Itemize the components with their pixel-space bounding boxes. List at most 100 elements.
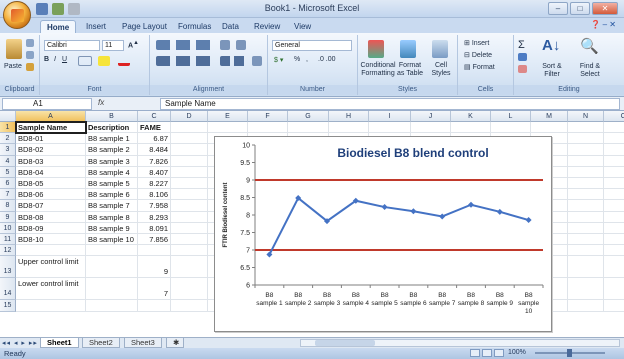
cell-empty[interactable] [171, 222, 208, 234]
row-header[interactable]: 14 [0, 278, 16, 301]
wrap-text-icon[interactable] [236, 40, 246, 50]
column-header-b[interactable]: B [86, 111, 138, 122]
cell-empty[interactable] [171, 245, 208, 257]
cell-b[interactable] [86, 245, 138, 257]
row-header[interactable]: 6 [0, 178, 16, 190]
row-header[interactable]: 10 [0, 222, 16, 234]
cell-empty[interactable] [171, 178, 208, 190]
cell-empty[interactable] [329, 122, 369, 134]
format-as-table-icon[interactable] [400, 40, 416, 58]
cell-empty[interactable] [568, 211, 604, 223]
cell-styles-button[interactable]: Cell Styles [428, 62, 454, 78]
cell-empty[interactable] [171, 256, 208, 279]
column-header-d[interactable]: D [171, 111, 208, 122]
cell-b[interactable]: Description [86, 122, 138, 134]
find-select-button[interactable]: Find & Select [572, 63, 608, 79]
merge-center-icon[interactable] [252, 56, 262, 66]
cell-empty[interactable] [411, 122, 451, 134]
cell-empty[interactable] [451, 122, 491, 134]
tab-view[interactable]: View [288, 20, 317, 33]
column-header-h[interactable]: H [329, 111, 369, 122]
cell-empty[interactable] [568, 155, 604, 167]
row-header[interactable]: 11 [0, 234, 16, 246]
cell-empty[interactable] [491, 122, 531, 134]
percent-button[interactable]: % [294, 56, 300, 63]
cell-a[interactable]: BD8-06 [16, 189, 86, 201]
insert-cells-button[interactable]: ⊞ Insert [464, 39, 489, 47]
cell-empty[interactable] [568, 189, 604, 201]
cell-empty[interactable] [171, 133, 208, 145]
paste-icon[interactable] [6, 39, 22, 59]
autosum-icon[interactable]: Σ [518, 39, 525, 51]
cell-a[interactable]: BD8-09 [16, 222, 86, 234]
row-header[interactable]: 13 [0, 256, 16, 279]
cell-empty[interactable] [171, 155, 208, 167]
cell-c[interactable]: 6.87 [138, 133, 171, 145]
row-header[interactable]: 8 [0, 200, 16, 212]
format-painter-icon[interactable] [26, 63, 34, 71]
cell-b[interactable]: B8 sample 10 [86, 234, 138, 246]
cell-empty[interactable] [568, 144, 604, 156]
sheet-tab-3[interactable]: Sheet3 [124, 338, 162, 348]
cell-empty[interactable] [531, 122, 568, 134]
cell-b[interactable] [86, 278, 138, 301]
indent-icons[interactable] [220, 56, 248, 66]
cell-c[interactable]: 9 [138, 256, 171, 279]
scroll-thumb[interactable] [315, 340, 375, 346]
cell-empty[interactable] [604, 278, 624, 301]
grow-font-button[interactable]: A▲ [128, 40, 139, 49]
font-size-select[interactable]: 11 [102, 40, 124, 51]
column-header-a[interactable]: A [16, 111, 86, 122]
cell-empty[interactable] [288, 122, 329, 134]
normal-view-icon[interactable] [470, 349, 480, 357]
row-header[interactable]: 15 [0, 300, 16, 312]
column-header-i[interactable]: I [369, 111, 411, 122]
cell-empty[interactable] [604, 234, 624, 246]
cell-empty[interactable] [568, 122, 604, 134]
tab-review[interactable]: Review [248, 20, 286, 33]
cell-a[interactable] [16, 300, 86, 312]
row-header[interactable]: 12 [0, 245, 16, 257]
cell-empty[interactable] [604, 212, 624, 223]
column-header-m[interactable]: M [531, 111, 568, 122]
cell-empty[interactable] [568, 278, 604, 301]
fill-icon[interactable] [518, 53, 527, 61]
cell-b[interactable]: B8 sample 2 [86, 144, 138, 156]
minimize-button[interactable]: – [548, 2, 568, 15]
cell-b[interactable]: B8 sample 4 [86, 166, 138, 178]
cell-empty[interactable] [568, 300, 604, 312]
cell-empty[interactable] [171, 211, 208, 223]
cell-empty[interactable] [568, 222, 604, 234]
cell-empty[interactable] [568, 166, 604, 178]
cell-b[interactable]: B8 sample 7 [86, 200, 138, 212]
cut-icon[interactable] [26, 39, 34, 47]
cell-a[interactable]: BD8-01 [16, 133, 86, 145]
cell-empty[interactable] [568, 245, 604, 257]
formula-input[interactable]: Sample Name [160, 98, 620, 110]
paste-button[interactable]: Paste [4, 63, 22, 70]
name-box[interactable]: A1 [2, 98, 92, 110]
cell-b[interactable]: B8 sample 8 [86, 211, 138, 223]
underline-button[interactable]: U [62, 56, 67, 63]
row-header[interactable]: 4 [0, 155, 16, 167]
column-header-n[interactable]: N [568, 111, 604, 122]
cell-a[interactable] [16, 245, 86, 257]
vertical-align-icons[interactable] [156, 40, 216, 50]
cell-c[interactable]: 8.484 [138, 144, 171, 156]
tab-insert[interactable]: Insert [80, 20, 112, 33]
cell-b[interactable] [86, 256, 138, 279]
zoom-knob[interactable] [567, 349, 572, 357]
sheet-nav-icons[interactable]: ◂◂ ◂ ▸ ▸▸ [2, 339, 38, 347]
row-header[interactable]: 9 [0, 211, 16, 223]
column-header-g[interactable]: G [288, 111, 329, 122]
tab-formulas[interactable]: Formulas [172, 20, 217, 33]
insert-sheet-icon[interactable]: ✱ [166, 338, 184, 348]
cell-empty[interactable] [604, 167, 624, 178]
cell-empty[interactable] [604, 189, 624, 201]
column-header-l[interactable]: L [491, 111, 531, 122]
horizontal-scrollbar[interactable] [300, 339, 620, 347]
cell-a[interactable]: Lower control limit [16, 278, 86, 301]
cell-empty[interactable] [248, 122, 288, 134]
cell-c[interactable]: 7.958 [138, 200, 171, 212]
row-header[interactable]: 1 [0, 122, 16, 134]
